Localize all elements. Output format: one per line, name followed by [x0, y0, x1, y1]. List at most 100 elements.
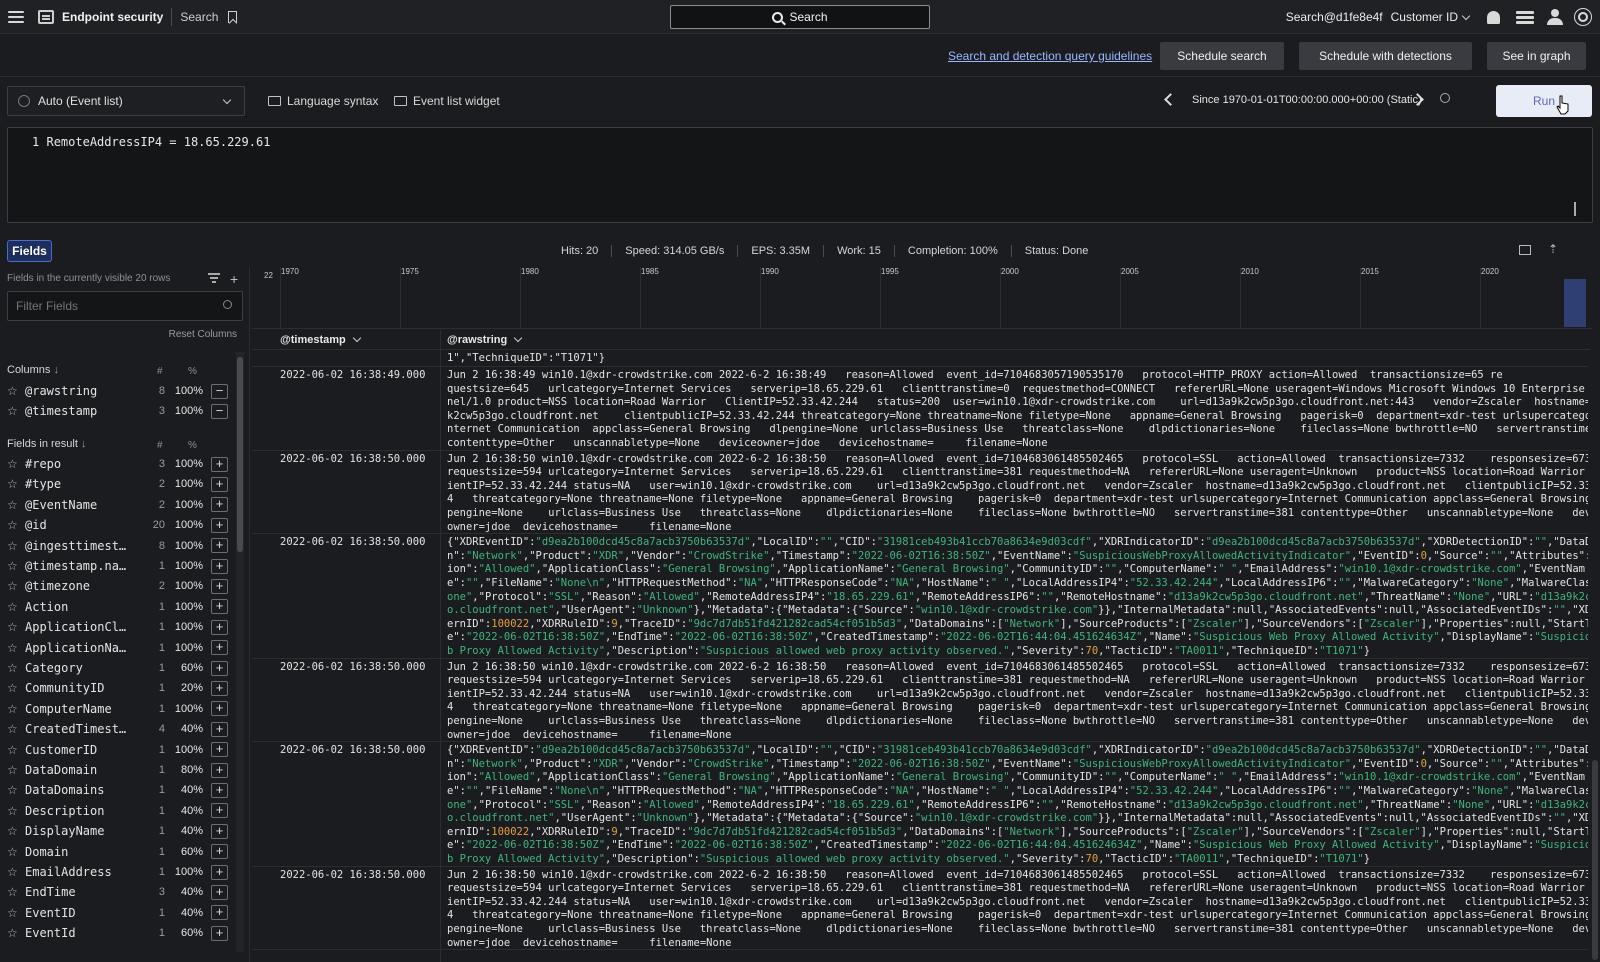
time-range[interactable]: Since 1970-01-01T00:00:00.000+00:00 (Sta…	[1192, 94, 1422, 106]
star-icon[interactable]: ☆	[7, 457, 25, 471]
star-icon[interactable]: ☆	[7, 681, 25, 695]
star-icon[interactable]: ☆	[7, 539, 25, 553]
table-row[interactable]: 2022-06-02 16:38:50.000 {"XDREventID":"d9…	[252, 742, 1588, 867]
chevron-left-icon[interactable]	[1164, 93, 1177, 106]
add-column-icon[interactable]: +	[211, 599, 228, 615]
column-row[interactable]: ☆ @rawstring 8 100% −	[7, 381, 229, 401]
star-icon[interactable]: ☆	[7, 579, 25, 593]
star-icon[interactable]: ☆	[7, 641, 25, 655]
notifications-bell-icon[interactable]	[1487, 10, 1500, 24]
filter-icon[interactable]	[208, 273, 220, 283]
add-column-icon[interactable]: +	[211, 517, 228, 533]
field-row[interactable]: ☆ ComputerName 1 100% +	[7, 699, 229, 719]
global-search-box[interactable]: Search	[670, 5, 930, 29]
field-name[interactable]: ApplicationCl…	[25, 620, 143, 634]
columns-section-header[interactable]: Columns ↓	[7, 364, 59, 376]
field-row[interactable]: ☆ @id 20 100% +	[7, 515, 229, 535]
field-name[interactable]: DataDomains	[25, 783, 143, 797]
user-name[interactable]: Search@d1fe8e4f	[1286, 10, 1383, 24]
field-row[interactable]: ☆ @timestamp.na… 1 100% +	[7, 556, 229, 576]
expand-editor-icon[interactable]	[1570, 202, 1580, 216]
sort-icon[interactable]: ⇡	[1548, 242, 1558, 256]
add-column-icon[interactable]: +	[211, 884, 228, 900]
add-column-icon[interactable]: +	[211, 864, 228, 880]
star-icon[interactable]: ☆	[7, 906, 25, 920]
field-name[interactable]: @timezone	[25, 579, 143, 593]
field-row[interactable]: ☆ Category 1 60% +	[7, 658, 229, 678]
add-column-icon[interactable]: +	[211, 558, 228, 574]
customer-id-dropdown[interactable]: Customer ID	[1391, 10, 1471, 24]
add-column-icon[interactable]: +	[211, 823, 228, 839]
field-name[interactable]: Action	[25, 600, 143, 614]
star-icon[interactable]: ☆	[7, 620, 25, 634]
field-row[interactable]: ☆ DataDomain 1 80% +	[7, 760, 229, 780]
field-row[interactable]: ☆ CommunityID 1 20% +	[7, 678, 229, 698]
menu-icon[interactable]	[8, 10, 24, 23]
table-row[interactable]: 2022-06-02 16:38:50.000 Jun 2 16:38:50 wi…	[252, 659, 1588, 743]
field-name[interactable]: @id	[25, 518, 143, 532]
field-row[interactable]: ☆ Description 1 40% +	[7, 801, 229, 821]
add-field-icon[interactable]: +	[230, 271, 238, 287]
query-line[interactable]: 1 RemoteAddressIP4 = 18.65.229.61	[32, 135, 270, 149]
add-column-icon[interactable]: +	[211, 476, 228, 492]
field-name[interactable]: @timestamp	[25, 404, 143, 418]
star-icon[interactable]: ☆	[7, 661, 25, 675]
add-column-icon[interactable]: +	[211, 680, 228, 696]
add-column-icon[interactable]: +	[211, 782, 228, 798]
rawstring-column-header[interactable]: @rawstring	[447, 333, 523, 346]
field-row[interactable]: ☆ @ingesttimest… 8 100% +	[7, 536, 229, 556]
add-column-icon[interactable]: +	[211, 497, 228, 513]
field-row[interactable]: ☆ CreatedTimest… 4 40% +	[7, 719, 229, 739]
table-row[interactable]: 2022-06-02 16:38:50.000 Jun 2 16:38:50 wi…	[252, 867, 1588, 951]
field-name[interactable]: #type	[25, 477, 143, 491]
star-icon[interactable]: ☆	[7, 498, 25, 512]
add-column-icon[interactable]: +	[211, 925, 228, 941]
table-scrollbar[interactable]	[1590, 330, 1600, 962]
field-name[interactable]: CreatedTimest…	[25, 722, 143, 736]
field-name[interactable]: EndTime	[25, 885, 143, 899]
star-icon[interactable]: ☆	[7, 865, 25, 879]
field-name[interactable]: CommunityID	[25, 681, 143, 695]
field-row[interactable]: ☆ Domain 1 60% +	[7, 842, 229, 862]
field-row[interactable]: ☆ Action 1 100% +	[7, 597, 229, 617]
star-icon[interactable]: ☆	[7, 845, 25, 859]
star-icon[interactable]: ☆	[7, 722, 25, 736]
add-column-icon[interactable]: +	[211, 538, 228, 554]
add-column-icon[interactable]: +	[211, 578, 228, 594]
event-list-widget-button[interactable]: Event list widget	[394, 94, 500, 108]
column-row[interactable]: ☆ @timestamp 3 100% −	[7, 401, 229, 421]
query-editor[interactable]: 1 RemoteAddressIP4 = 18.65.229.61	[7, 127, 1593, 223]
star-icon[interactable]: ☆	[7, 804, 25, 818]
fields-scrollbar[interactable]	[236, 352, 244, 952]
zoom-out-icon[interactable]	[1440, 93, 1450, 103]
table-row[interactable]: 2022-06-02 16:38:50.000 {"XDREventID":"d9…	[252, 534, 1588, 659]
remove-column-icon[interactable]: −	[211, 383, 228, 399]
schedule-search-button[interactable]: Schedule search	[1160, 42, 1284, 70]
field-name[interactable]: Domain	[25, 845, 143, 859]
apps-stack-icon[interactable]	[1516, 8, 1534, 26]
field-name[interactable]: @ingesttimest…	[25, 539, 143, 553]
fields-in-result-header[interactable]: Fields in result ↓	[7, 438, 86, 450]
query-text[interactable]: RemoteAddressIP4 = 18.65.229.61	[46, 135, 270, 149]
reset-columns-link[interactable]: Reset Columns	[169, 329, 237, 340]
star-icon[interactable]: ☆	[7, 404, 25, 418]
field-name[interactable]: EmailAddress	[25, 865, 143, 879]
table-row-partial[interactable]: 1","TechniqueID":"T1071"}	[252, 351, 1588, 367]
nav-search-link[interactable]: Search	[180, 10, 218, 24]
field-row[interactable]: ☆ DisplayName 1 40% +	[7, 821, 229, 841]
field-row[interactable]: ☆ EndTime 3 40% +	[7, 882, 229, 902]
field-name[interactable]: @EventName	[25, 498, 143, 512]
query-mode-select[interactable]: Auto (Event list)	[7, 86, 245, 116]
run-button[interactable]: Run	[1496, 85, 1592, 117]
add-column-icon[interactable]: +	[211, 742, 228, 758]
user-profile-icon[interactable]	[1546, 8, 1564, 26]
field-row[interactable]: ☆ @timezone 2 100% +	[7, 576, 229, 596]
table-row[interactable]: 2022-06-02 16:38:49.000 Jun 2 16:38:49 wi…	[252, 367, 1588, 451]
query-guidelines-link[interactable]: Search and detection query guidelines	[948, 49, 1152, 63]
field-row[interactable]: ☆ ApplicationNa… 1 100% +	[7, 638, 229, 658]
bookmark-icon[interactable]	[228, 10, 238, 23]
field-row[interactable]: ☆ ApplicationCl… 1 100% +	[7, 617, 229, 637]
star-icon[interactable]: ☆	[7, 885, 25, 899]
field-row[interactable]: ☆ EventId 1 60% +	[7, 923, 229, 943]
language-syntax-button[interactable]: Language syntax	[268, 94, 378, 108]
